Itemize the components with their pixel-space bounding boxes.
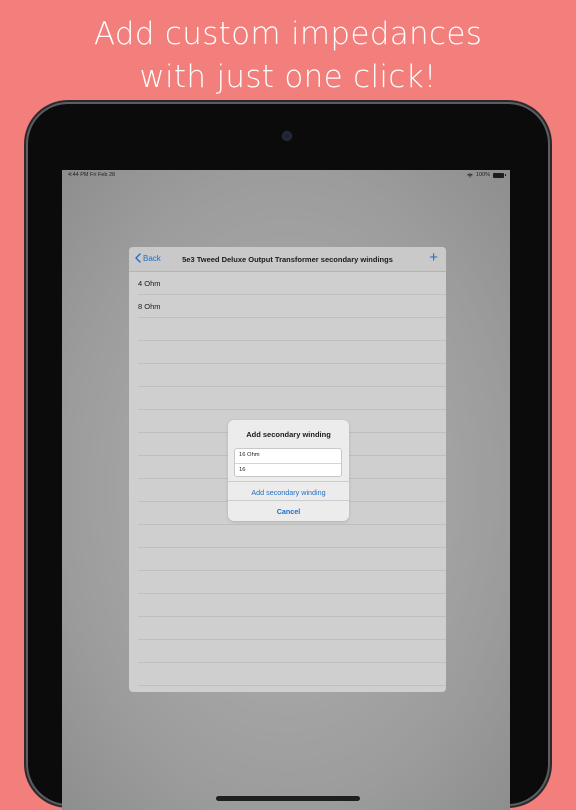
list-item[interactable] bbox=[138, 341, 446, 364]
headline-line-2: with just one click! bbox=[139, 59, 437, 95]
winding-name-field[interactable]: 16 Ohm bbox=[235, 449, 341, 463]
battery-percent: 100% bbox=[475, 172, 490, 178]
list-item[interactable] bbox=[138, 663, 446, 686]
front-camera-icon bbox=[283, 132, 291, 140]
list-item[interactable] bbox=[138, 571, 446, 594]
list-item-label: 4 Ohm bbox=[138, 279, 161, 288]
list-item[interactable] bbox=[138, 640, 446, 663]
battery-icon bbox=[493, 172, 506, 178]
list-item[interactable] bbox=[138, 617, 446, 640]
add-winding-button[interactable]: + bbox=[429, 250, 438, 266]
impedance-field[interactable]: 16 bbox=[235, 462, 341, 477]
alert-divider bbox=[228, 481, 349, 482]
status-indicators: 100% bbox=[467, 172, 506, 178]
headline-line-1: Add custom impedances bbox=[93, 16, 483, 52]
list-item[interactable] bbox=[138, 387, 446, 410]
status-time: 4:44 PM Fri Feb 28 bbox=[68, 172, 116, 178]
device-screen: 4:44 PM Fri Feb 28 100% Back 5e3 Tweed D… bbox=[62, 170, 510, 810]
list-item[interactable]: 4 Ohm bbox=[138, 272, 446, 295]
list-item[interactable] bbox=[138, 364, 446, 387]
add-secondary-winding-button[interactable]: Add secondary winding bbox=[228, 488, 349, 497]
home-indicator bbox=[216, 796, 360, 801]
list-item[interactable] bbox=[138, 548, 446, 571]
list-item-label: 8 Ohm bbox=[138, 302, 161, 311]
list-item[interactable] bbox=[138, 594, 446, 617]
list-item[interactable] bbox=[138, 525, 446, 548]
cancel-button[interactable]: Cancel bbox=[228, 507, 349, 516]
page-title: 5e3 Tweed Deluxe Output Transformer seco… bbox=[182, 255, 393, 264]
alert-title: Add secondary winding bbox=[246, 430, 331, 439]
add-winding-alert: Add secondary winding 16 Ohm 16 Add seco… bbox=[228, 420, 349, 521]
status-bar: 4:44 PM Fri Feb 28 100% bbox=[62, 170, 510, 180]
wifi-icon bbox=[467, 173, 473, 178]
list-item[interactable] bbox=[138, 318, 446, 341]
alert-divider bbox=[228, 500, 349, 501]
navigation-bar: Back 5e3 Tweed Deluxe Output Transformer… bbox=[129, 247, 446, 272]
alert-fields: 16 Ohm 16 bbox=[234, 448, 342, 477]
ipad-frame: 4:44 PM Fri Feb 28 100% Back 5e3 Tweed D… bbox=[28, 104, 548, 810]
list-item[interactable]: 8 Ohm bbox=[138, 295, 446, 318]
